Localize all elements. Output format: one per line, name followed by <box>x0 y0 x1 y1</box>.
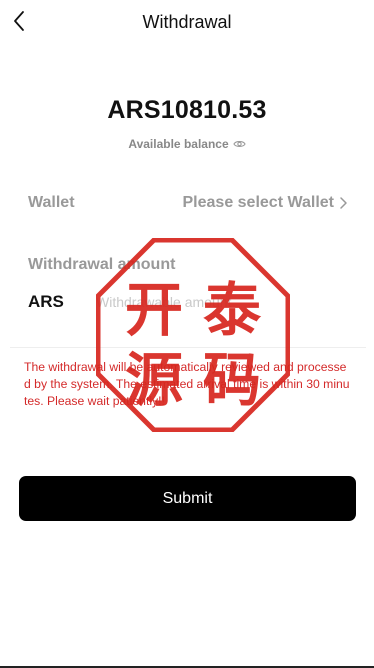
header: Withdrawal <box>0 0 374 46</box>
balance-label: Available balance <box>128 137 229 151</box>
wallet-placeholder: Please select Wallet <box>182 194 335 211</box>
wallet-label: Wallet <box>28 194 75 211</box>
wallet-value-wrap: Please select Wallet <box>183 194 349 212</box>
chevron-right-icon <box>340 197 347 209</box>
page-title: Withdrawal <box>142 12 232 32</box>
amount-row: ARS <box>28 290 348 314</box>
divider <box>10 347 366 348</box>
amount-input[interactable] <box>96 294 348 310</box>
submit-button[interactable]: Submit <box>19 476 356 521</box>
balance-amount: ARS10810.53 <box>107 96 267 124</box>
currency-label: ARS <box>28 292 64 311</box>
amount-label: Withdrawal amount <box>28 256 176 273</box>
balance-label-row: Available balance <box>0 137 374 151</box>
eye-icon[interactable] <box>232 139 246 149</box>
wallet-selector[interactable]: Wallet Please select Wallet <box>28 192 348 214</box>
withdrawal-notice: The withdrawal will be automatically rev… <box>24 360 350 408</box>
